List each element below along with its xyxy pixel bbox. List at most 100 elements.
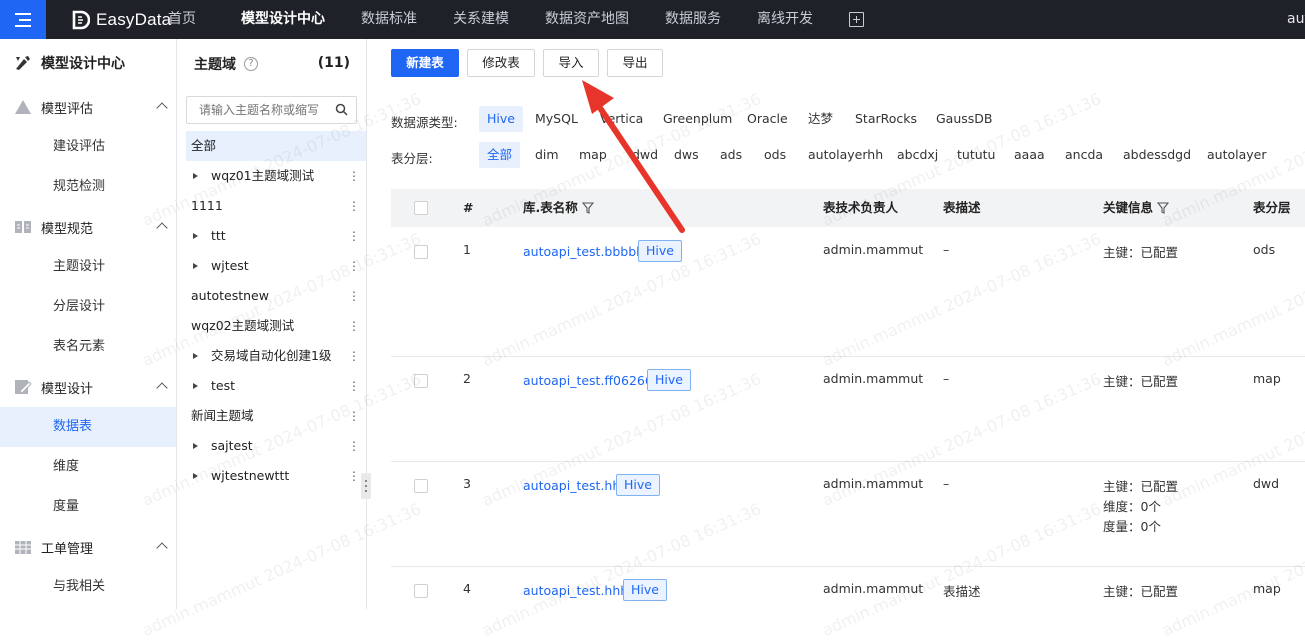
select-all-checkbox[interactable] <box>414 201 428 215</box>
logo-text: EasyData <box>96 9 172 29</box>
new-table-button[interactable]: 新建表 <box>391 49 459 77</box>
datasource-chip[interactable]: MySQL <box>527 106 586 132</box>
layer-chip[interactable]: tututu <box>949 142 1003 168</box>
sidebar-group-workorder[interactable]: 工单管理 <box>14 536 168 558</box>
datasource-chip[interactable]: Hive <box>479 106 523 132</box>
sidebar-item-measure[interactable]: 度量 <box>0 487 176 527</box>
sidebar-item-related-to-me[interactable]: 与我相关 <box>0 567 176 607</box>
row-checkbox[interactable] <box>414 584 428 598</box>
datasource-tag: Hive <box>647 369 691 391</box>
datasource-chip[interactable]: Greenplum <box>655 106 740 132</box>
caret-right-icon[interactable] <box>193 383 198 389</box>
layer-chip[interactable]: dim <box>527 142 567 168</box>
datasource-chip[interactable]: 达梦 <box>800 106 841 132</box>
col-table-name[interactable]: 库.表名称 <box>523 189 594 227</box>
domain-tree-item[interactable]: 全部 <box>186 131 366 161</box>
more-vertical-icon[interactable]: ⋮ <box>348 191 360 221</box>
domain-tree-item[interactable]: sajtest ⋮ <box>186 431 366 461</box>
sidebar-group-spec[interactable]: 模型规范 <box>14 216 168 238</box>
layer-chip[interactable]: abdessdgd <box>1115 142 1199 168</box>
caret-right-icon[interactable] <box>193 173 198 179</box>
caret-right-icon[interactable] <box>193 263 198 269</box>
sidebar-item-build-eval[interactable]: 建设评估 <box>0 127 176 167</box>
export-button[interactable]: 导出 <box>607 49 663 77</box>
filter-icon[interactable] <box>581 202 594 214</box>
table-name-link[interactable]: autoapi_test.bbbbb <box>523 244 644 259</box>
sidebar-item-layer-design[interactable]: 分层设计 <box>0 287 176 327</box>
sidebar-group-model-design[interactable]: 模型设计 <box>14 376 168 398</box>
row-checkbox[interactable] <box>414 374 428 388</box>
caret-right-icon[interactable] <box>193 473 198 479</box>
row-checkbox[interactable] <box>414 245 428 259</box>
user-menu[interactable]: aut <box>1287 0 1305 39</box>
filter-icon[interactable] <box>1157 202 1170 214</box>
app-logo[interactable]: EasyData <box>72 0 171 39</box>
domain-tree-item[interactable]: ttt ⋮ <box>186 221 366 251</box>
datasource-chip[interactable]: Vertica <box>592 106 651 132</box>
layer-chip[interactable]: dwd <box>624 142 666 168</box>
nav-home[interactable]: 首页 <box>168 0 196 39</box>
layer-chip[interactable]: dws <box>666 142 707 168</box>
row-checkbox[interactable] <box>414 479 428 493</box>
caret-right-icon[interactable] <box>193 233 198 239</box>
col-key-info[interactable]: 关键信息 <box>1103 189 1170 227</box>
domain-tree-item[interactable]: wqz01主题域测试 ⋮ <box>186 161 366 191</box>
layer-chip[interactable]: autolayer <box>1199 142 1275 168</box>
domain-tree-item[interactable]: autotestnew ⋮ <box>186 281 366 311</box>
more-vertical-icon[interactable]: ⋮ <box>348 401 360 431</box>
datasource-chip[interactable]: StarRocks <box>847 106 925 132</box>
caret-right-icon[interactable] <box>193 443 198 449</box>
sidebar-item-topic-design[interactable]: 主题设计 <box>0 247 176 287</box>
sidebar-item-data-table[interactable]: 数据表 <box>0 407 176 447</box>
domain-tree-item[interactable]: 新闻主题域 ⋮ <box>186 401 366 431</box>
layer-chip[interactable]: ads <box>712 142 750 168</box>
caret-right-icon[interactable] <box>193 353 198 359</box>
more-vertical-icon[interactable]: ⋮ <box>348 311 360 341</box>
layer-chip[interactable]: autolayerhh <box>800 142 891 168</box>
add-tab-icon[interactable] <box>849 12 864 27</box>
domain-tree-item[interactable]: wjtest ⋮ <box>186 251 366 281</box>
more-vertical-icon[interactable]: ⋮ <box>348 461 360 491</box>
datasource-chip[interactable]: GaussDB <box>928 106 1001 132</box>
menu-icon[interactable] <box>0 0 46 39</box>
domain-search-input[interactable] <box>186 96 357 124</box>
nav-offline-dev[interactable]: 离线开发 <box>757 0 813 39</box>
layer-chip[interactable]: map <box>571 142 615 168</box>
more-vertical-icon[interactable]: ⋮ <box>348 251 360 281</box>
sidebar-group-evaluation[interactable]: 模型评估 <box>14 96 168 118</box>
more-vertical-icon[interactable]: ⋮ <box>348 341 360 371</box>
layer-chip[interactable]: ancda <box>1057 142 1111 168</box>
layer-chip[interactable]: ods <box>756 142 794 168</box>
more-vertical-icon[interactable]: ⋮ <box>348 281 360 311</box>
resize-handle[interactable] <box>361 473 371 499</box>
edit-table-button[interactable]: 修改表 <box>467 49 535 77</box>
layer-chip[interactable]: aaaa <box>1006 142 1053 168</box>
datasource-chip[interactable]: Oracle <box>739 106 796 132</box>
table-name-link[interactable]: autoapi_test.ff06266 <box>523 373 653 388</box>
nav-asset-map[interactable]: 数据资产地图 <box>545 0 629 39</box>
sidebar-item-dimension[interactable]: 维度 <box>0 447 176 487</box>
more-vertical-icon[interactable]: ⋮ <box>348 221 360 251</box>
nav-data-service[interactable]: 数据服务 <box>665 0 721 39</box>
domain-tree-item[interactable]: 交易域自动化创建1级 ⋮ <box>186 341 366 371</box>
domain-tree-item[interactable]: 1111 ⋮ <box>186 191 366 221</box>
more-vertical-icon[interactable]: ⋮ <box>348 431 360 461</box>
help-icon[interactable]: ? <box>244 57 258 71</box>
sidebar-item-name-elements[interactable]: 表名元素 <box>0 327 176 367</box>
more-vertical-icon[interactable]: ⋮ <box>348 371 360 401</box>
domain-tree-item[interactable]: wjtestnewttt ⋮ <box>186 461 366 491</box>
nav-relation-modeling[interactable]: 关系建模 <box>453 0 509 39</box>
domain-tree-item[interactable]: wqz02主题域测试 ⋮ <box>186 311 366 341</box>
sidebar-item-spec-check[interactable]: 规范检测 <box>0 167 176 207</box>
table-name-link[interactable]: autoapi_test.hh <box>523 478 620 493</box>
import-button[interactable]: 导入 <box>543 49 599 77</box>
owner-cell: admin.mammut <box>823 476 924 491</box>
search-icon[interactable] <box>335 103 348 116</box>
layer-chip[interactable]: abcdxj <box>889 142 946 168</box>
layer-chip[interactable]: 全部 <box>479 142 521 168</box>
nav-data-standard[interactable]: 数据标准 <box>361 0 417 39</box>
more-vertical-icon[interactable]: ⋮ <box>348 161 360 191</box>
domain-tree-item[interactable]: test ⋮ <box>186 371 366 401</box>
table-name-link[interactable]: autoapi_test.hhh <box>523 583 628 598</box>
nav-model-design[interactable]: 模型设计中心 <box>241 0 325 39</box>
